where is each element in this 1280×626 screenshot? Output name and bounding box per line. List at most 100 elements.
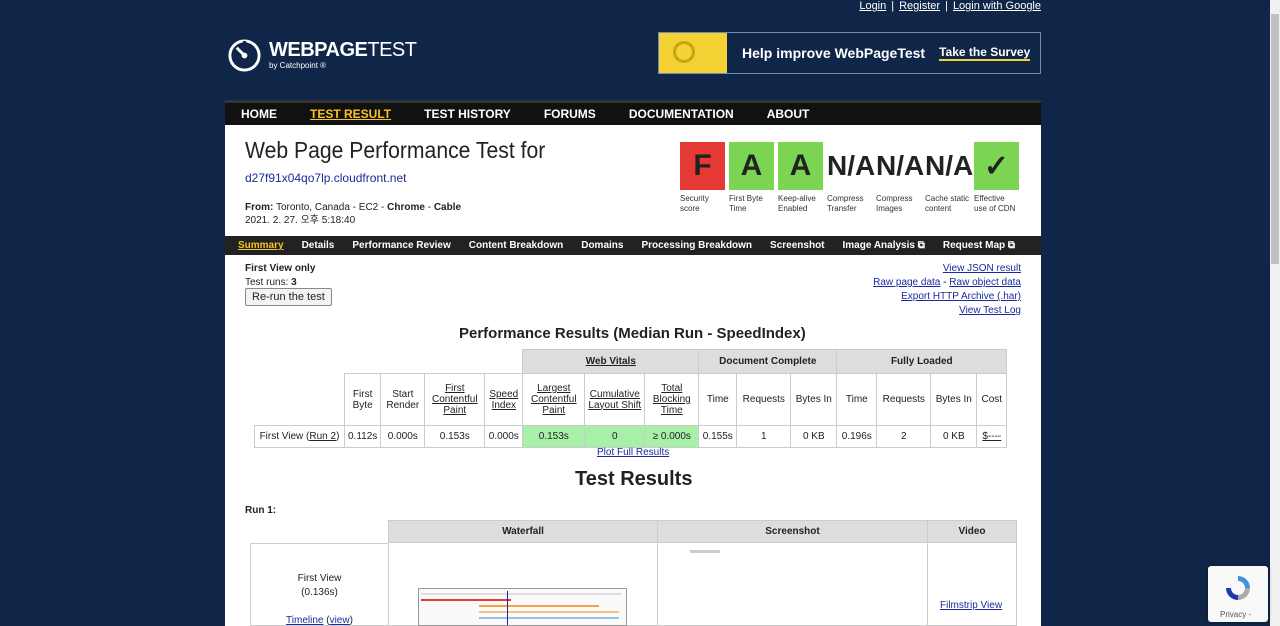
grade-value: F xyxy=(680,142,725,190)
nav-test-history[interactable]: TEST HISTORY xyxy=(424,107,511,121)
separator: | xyxy=(891,0,895,12)
plot-full-results-link[interactable]: Plot Full Results xyxy=(597,447,669,458)
waterfall-thumbnail[interactable] xyxy=(418,588,627,626)
col-fcp[interactable]: First Contentful Paint xyxy=(432,383,478,416)
tab-details[interactable]: Details xyxy=(302,240,335,251)
nav-about[interactable]: ABOUT xyxy=(767,107,810,121)
cell-dc-bytes: 0 KB xyxy=(790,425,838,448)
tab-processing-breakdown[interactable]: Processing Breakdown xyxy=(641,240,752,251)
logo-wordmark-light: TEST xyxy=(367,39,417,61)
grade-label: Effective use of CDN xyxy=(974,194,1016,213)
cell-cost-link[interactable]: $---- xyxy=(976,425,1008,448)
timeline-view-link[interactable]: view xyxy=(330,615,350,626)
tab-summary[interactable]: Summary xyxy=(238,240,284,251)
tab-request-map[interactable]: Request Map ⧉ xyxy=(943,240,1015,251)
first-view-time: (0.136s) xyxy=(301,587,338,598)
col-cost: Cost xyxy=(976,373,1008,426)
browser-name: Chrome xyxy=(387,202,425,213)
tab-domains[interactable]: Domains xyxy=(581,240,623,251)
cell-dc-time: 0.155s xyxy=(698,425,738,448)
page-scrollbar[interactable] xyxy=(1270,0,1280,626)
test-runs-count: 3 xyxy=(291,277,297,288)
logo-wordmark: WEBPAGETEST xyxy=(269,39,417,61)
grade-keep-alive[interactable]: A Keep-alive Enabled xyxy=(778,142,823,214)
banner-tag-icon xyxy=(659,33,727,73)
screenshot-thumbnail[interactable] xyxy=(690,550,720,553)
register-link[interactable]: Register xyxy=(899,0,940,12)
rerun-test-button[interactable]: Re-run the test xyxy=(245,288,332,306)
site-logo[interactable]: WEBPAGETEST by Catchpoint ® xyxy=(227,38,417,73)
nav-test-result[interactable]: TEST RESULT xyxy=(310,107,391,121)
scrollbar-thumb[interactable] xyxy=(1271,14,1279,264)
from-label: From: xyxy=(245,202,274,213)
waterfall-header: Waterfall xyxy=(389,521,657,543)
row-label-text: First View ( xyxy=(259,431,310,442)
view-json-link[interactable]: View JSON result xyxy=(943,263,1021,274)
raw-page-data-link[interactable]: Raw page data xyxy=(873,277,940,288)
grade-value: N/A xyxy=(827,142,875,190)
col-cls[interactable]: Cumulative Layout Shift xyxy=(588,389,641,411)
recaptcha-badge[interactable]: Privacy - xyxy=(1208,566,1268,622)
grade-label: Cache static content xyxy=(925,194,970,213)
cell-speed-index: 0.000s xyxy=(484,425,524,448)
grade-value: N/A xyxy=(925,142,973,190)
checkmark-icon: ✓ xyxy=(974,142,1019,190)
run-2-link[interactable]: Run 2 xyxy=(309,431,336,442)
recaptcha-privacy[interactable]: Privacy - xyxy=(1220,610,1251,619)
grade-security[interactable]: F Security score xyxy=(680,142,725,214)
survey-banner[interactable]: Help improve WebPageTest Take the Survey xyxy=(658,32,1041,74)
col-dc-time: Time xyxy=(698,373,738,426)
grade-summary: F Security score A First Byte Time A Kee… xyxy=(680,142,1023,214)
timeline-link[interactable]: Timeline xyxy=(286,615,323,626)
connection-type: Cable xyxy=(433,202,462,213)
tab-image-analysis[interactable]: Image Analysis ⧉ xyxy=(843,240,925,251)
document-complete-header: Document Complete xyxy=(698,349,838,374)
take-survey-link[interactable]: Take the Survey xyxy=(939,45,1031,61)
from-value: Toronto, Canada - EC2 - xyxy=(275,202,385,213)
stopwatch-icon xyxy=(673,41,695,63)
tab-content-breakdown[interactable]: Content Breakdown xyxy=(469,240,563,251)
col-speed-index[interactable]: Speed Index xyxy=(489,389,518,411)
col-fl-time: Time xyxy=(836,373,878,426)
tested-url[interactable]: d27f91x04qo7lp.cloudfront.net xyxy=(245,171,406,185)
login-link[interactable]: Login xyxy=(859,0,886,12)
cell-lcp: 0.153s xyxy=(522,425,586,448)
login-google-link[interactable]: Login with Google xyxy=(953,0,1041,12)
run-1-label: Run 1: xyxy=(245,505,277,516)
web-vitals-link[interactable]: Web Vitals xyxy=(586,356,636,367)
view-test-log-link[interactable]: View Test Log xyxy=(959,305,1021,316)
test-runs-label: Test runs: xyxy=(245,277,289,288)
col-lcp[interactable]: Largest Contentful Paint xyxy=(531,383,577,416)
grade-cache-static[interactable]: N/A Cache static content xyxy=(925,142,973,214)
first-view-label: First View xyxy=(297,573,342,584)
performance-results-table: Web Vitals Document Complete Fully Loade… xyxy=(254,349,1008,448)
screenshot-header: Screenshot xyxy=(658,521,927,543)
grade-first-byte[interactable]: A First Byte Time xyxy=(729,142,774,214)
filmstrip-view-link[interactable]: Filmstrip View xyxy=(940,600,1002,611)
separator: - xyxy=(943,277,947,288)
first-view-only-label: First View only xyxy=(245,263,316,274)
tab-performance-review[interactable]: Performance Review xyxy=(352,240,450,251)
separator: | xyxy=(945,0,948,12)
grade-value: N/A xyxy=(876,142,924,190)
separator: - xyxy=(427,202,432,213)
nav-documentation[interactable]: DOCUMENTATION xyxy=(629,107,734,121)
tab-screenshot[interactable]: Screenshot xyxy=(770,240,824,251)
cell-tbt: ≥ 0.000s xyxy=(644,425,700,448)
first-view-cell: First View (0.136s) Timeline (view) xyxy=(250,543,389,626)
nav-home[interactable]: HOME xyxy=(241,107,277,121)
grade-label: Compress Images xyxy=(876,194,913,213)
nav-forums[interactable]: FORUMS xyxy=(544,107,596,121)
cell-fl-bytes: 0 KB xyxy=(930,425,978,448)
col-tbt[interactable]: Total Blocking Time xyxy=(653,383,691,416)
export-har-link[interactable]: Export HTTP Archive (.har) xyxy=(901,291,1021,302)
grade-compress-images[interactable]: N/A Compress Images xyxy=(876,142,924,214)
grade-cdn[interactable]: ✓ Effective use of CDN xyxy=(974,142,1019,214)
cell-start-render: 0.000s xyxy=(380,425,426,448)
grade-value: A xyxy=(729,142,774,190)
run-summary: First View only Test runs: 3 xyxy=(245,262,315,290)
raw-object-data-link[interactable]: Raw object data xyxy=(949,277,1021,288)
test-results-title: Test Results xyxy=(575,468,693,490)
table-row: First View (Run 2) 0.112s 0.000s 0.153s … xyxy=(254,425,1008,448)
grade-compress-transfer[interactable]: N/A Compress Transfer xyxy=(827,142,875,214)
